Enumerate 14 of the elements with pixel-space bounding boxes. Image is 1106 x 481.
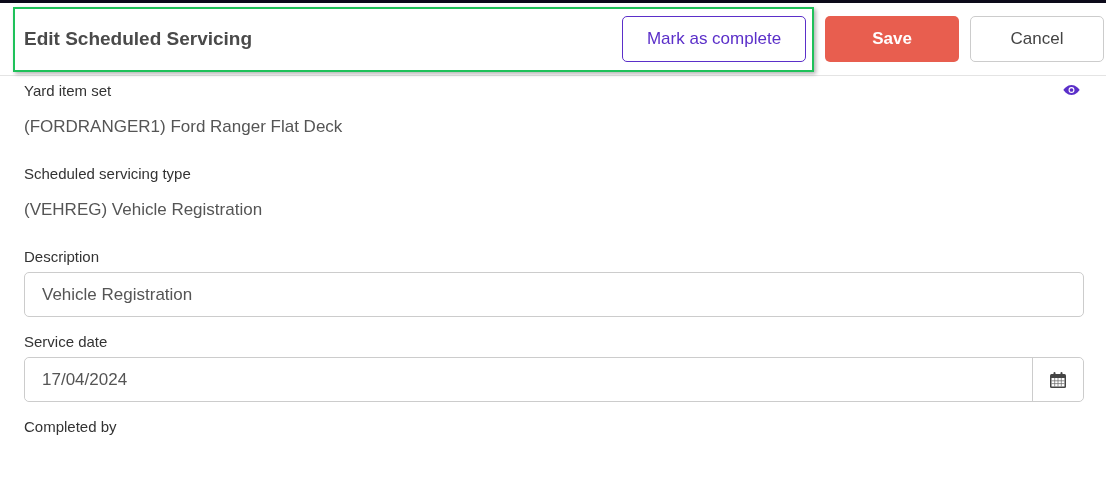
cancel-button[interactable]: Cancel xyxy=(970,16,1104,62)
field-label: Description xyxy=(24,247,100,265)
field-label: Completed by xyxy=(24,417,117,435)
eye-icon[interactable] xyxy=(1063,84,1080,96)
field-value: (VEHREG) Vehicle Registration xyxy=(24,199,264,221)
field-label: Yard item set xyxy=(24,81,112,99)
field-value: (FORDRANGER1) Ford Ranger Flat Deck xyxy=(24,116,344,138)
calendar-button[interactable] xyxy=(1032,358,1083,401)
mark-complete-button[interactable]: Mark as complete xyxy=(622,16,807,62)
field-label: Scheduled servicing type xyxy=(24,164,191,182)
field-label: Service date xyxy=(24,332,108,350)
description-field[interactable]: Vehicle Registration xyxy=(24,272,1084,317)
calendar-icon xyxy=(1049,370,1067,389)
dialog-title: Edit Scheduled Servicing xyxy=(24,28,253,50)
